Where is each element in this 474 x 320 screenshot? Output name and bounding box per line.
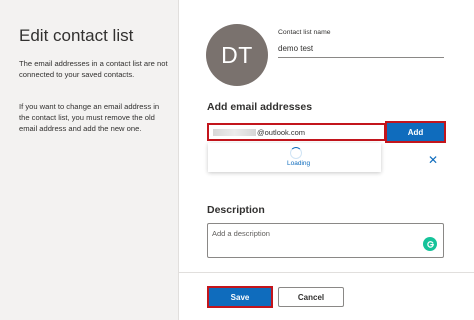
loading-text: Loading [287,160,311,167]
contact-list-name-input[interactable] [278,40,444,58]
panel-title: Edit contact list [19,26,134,45]
grammarly-glyph [426,240,434,248]
avatar: DT [206,24,268,86]
save-button-label: Save [209,288,271,306]
add-email-heading: Add email addresses [207,101,313,113]
footer-divider [179,272,474,273]
cancel-button[interactable]: Cancel [278,287,344,307]
add-button[interactable]: Add [385,121,446,143]
info-panel: Edit contact list The email addresses in… [0,0,179,320]
description-heading: Description [207,204,265,216]
close-icon[interactable]: ✕ [425,152,441,168]
info-paragraph-contacts: The email addresses in a contact list ar… [19,59,168,79]
description-field[interactable] [207,223,444,258]
email-input-value: @outlook.com [257,127,306,137]
save-button[interactable]: Save [207,286,273,308]
grammarly-icon[interactable] [423,237,437,251]
contact-list-name-label: Contact list name [278,29,331,36]
add-button-label: Add [387,123,444,141]
spinner-icon [290,147,302,159]
info-paragraph-change-email: If you want to change an email address i… [19,102,160,133]
email-input[interactable]: @outlook.com [207,123,386,141]
redacted-text [213,128,256,136]
